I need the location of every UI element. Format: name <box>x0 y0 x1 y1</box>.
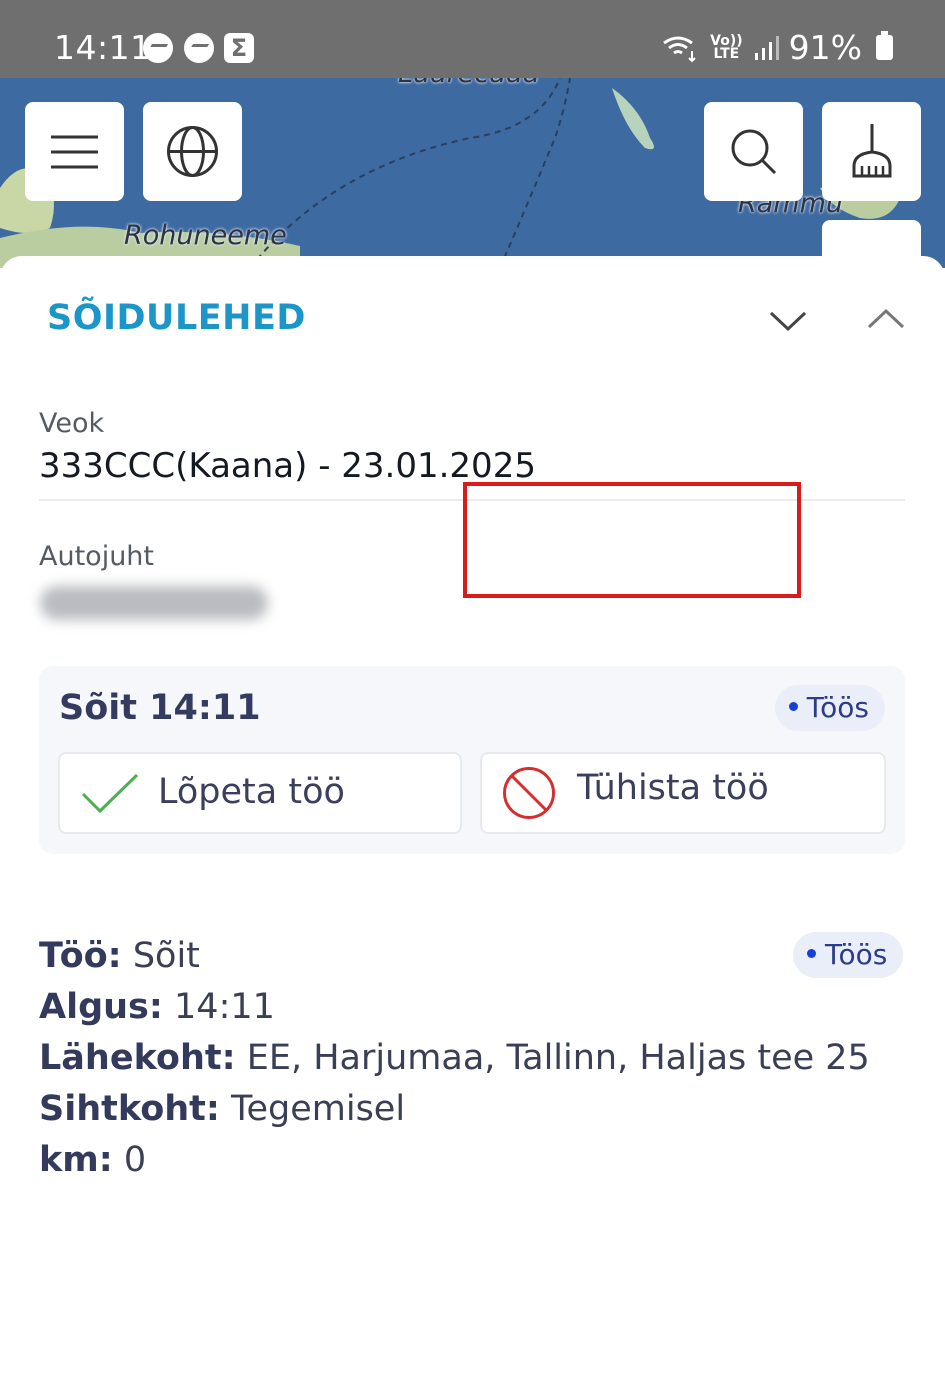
panel-title: SÕIDULEHED <box>47 298 306 338</box>
detail-destination: Sihtkoht: Tegemisel <box>39 1089 406 1129</box>
waybills-panel: SÕIDULEHED Veok 333CCC(Kaana) - 23.01.20… <box>0 256 945 1388</box>
clear-button[interactable] <box>822 102 921 201</box>
signal-icon <box>754 35 779 60</box>
menu-button[interactable] <box>25 102 124 201</box>
cancel-job-button[interactable]: Tühista töö <box>480 752 886 834</box>
search-icon <box>731 129 777 175</box>
broom-icon <box>852 124 892 178</box>
map-label: Rohuneeme <box>124 220 287 251</box>
messenger-icon <box>143 33 173 63</box>
status-badge: Töös <box>793 932 904 978</box>
cancel-job-label: Tühista töö <box>577 768 769 808</box>
chevron-up-icon[interactable] <box>863 304 909 334</box>
vehicle-value[interactable]: 333CCC(Kaana) - 23.01.2025 <box>39 446 536 486</box>
status-badge: Töös <box>774 685 885 731</box>
status-dot-icon <box>807 948 816 958</box>
trip-card: Sõit 14:11 Töös Lõpeta töö Tühista töö <box>39 666 905 854</box>
status-dot-icon <box>788 701 798 711</box>
detail-origin: Lähekoht: EE, Harjumaa, Tallinn, Haljas … <box>39 1038 870 1078</box>
map-label: Luarecaua <box>398 78 539 89</box>
trip-title: Sõit 14:11 <box>59 688 261 728</box>
battery-percent: 91% <box>788 28 862 67</box>
volte-indicator: Vo)) LTE <box>710 32 743 62</box>
driver-label: Autojuht <box>39 541 155 572</box>
detail-job: Töö: Sõit <box>39 936 200 976</box>
status-time: 14:11 <box>54 28 152 67</box>
status-right: Vo)) LTE 91% <box>662 28 893 67</box>
chevron-down-icon[interactable] <box>765 304 811 334</box>
wifi-icon <box>663 36 696 62</box>
finish-job-label: Lõpeta töö <box>158 772 345 812</box>
prohibited-icon <box>503 767 555 819</box>
messenger-icon <box>184 33 214 63</box>
checkmark-icon <box>81 773 139 814</box>
map-view[interactable]: Luarecaua Rohuneeme Rammu <box>0 78 945 268</box>
driver-value-redacted <box>40 586 268 620</box>
status-bar: 14:11 Σ Vo)) LTE 91% <box>0 0 945 78</box>
detail-start: Algus: 14:11 <box>39 987 275 1027</box>
finish-job-button[interactable]: Lõpeta töö <box>58 752 462 834</box>
hamburger-icon <box>51 135 98 169</box>
map-layers-button[interactable] <box>143 102 242 201</box>
globe-icon <box>167 126 218 177</box>
highlight-box <box>463 482 801 598</box>
vehicle-label: Veok <box>39 408 105 439</box>
search-button[interactable] <box>704 102 803 201</box>
sigma-icon: Σ <box>224 33 254 63</box>
battery-icon <box>876 31 893 60</box>
detail-km: km: 0 <box>39 1140 147 1180</box>
